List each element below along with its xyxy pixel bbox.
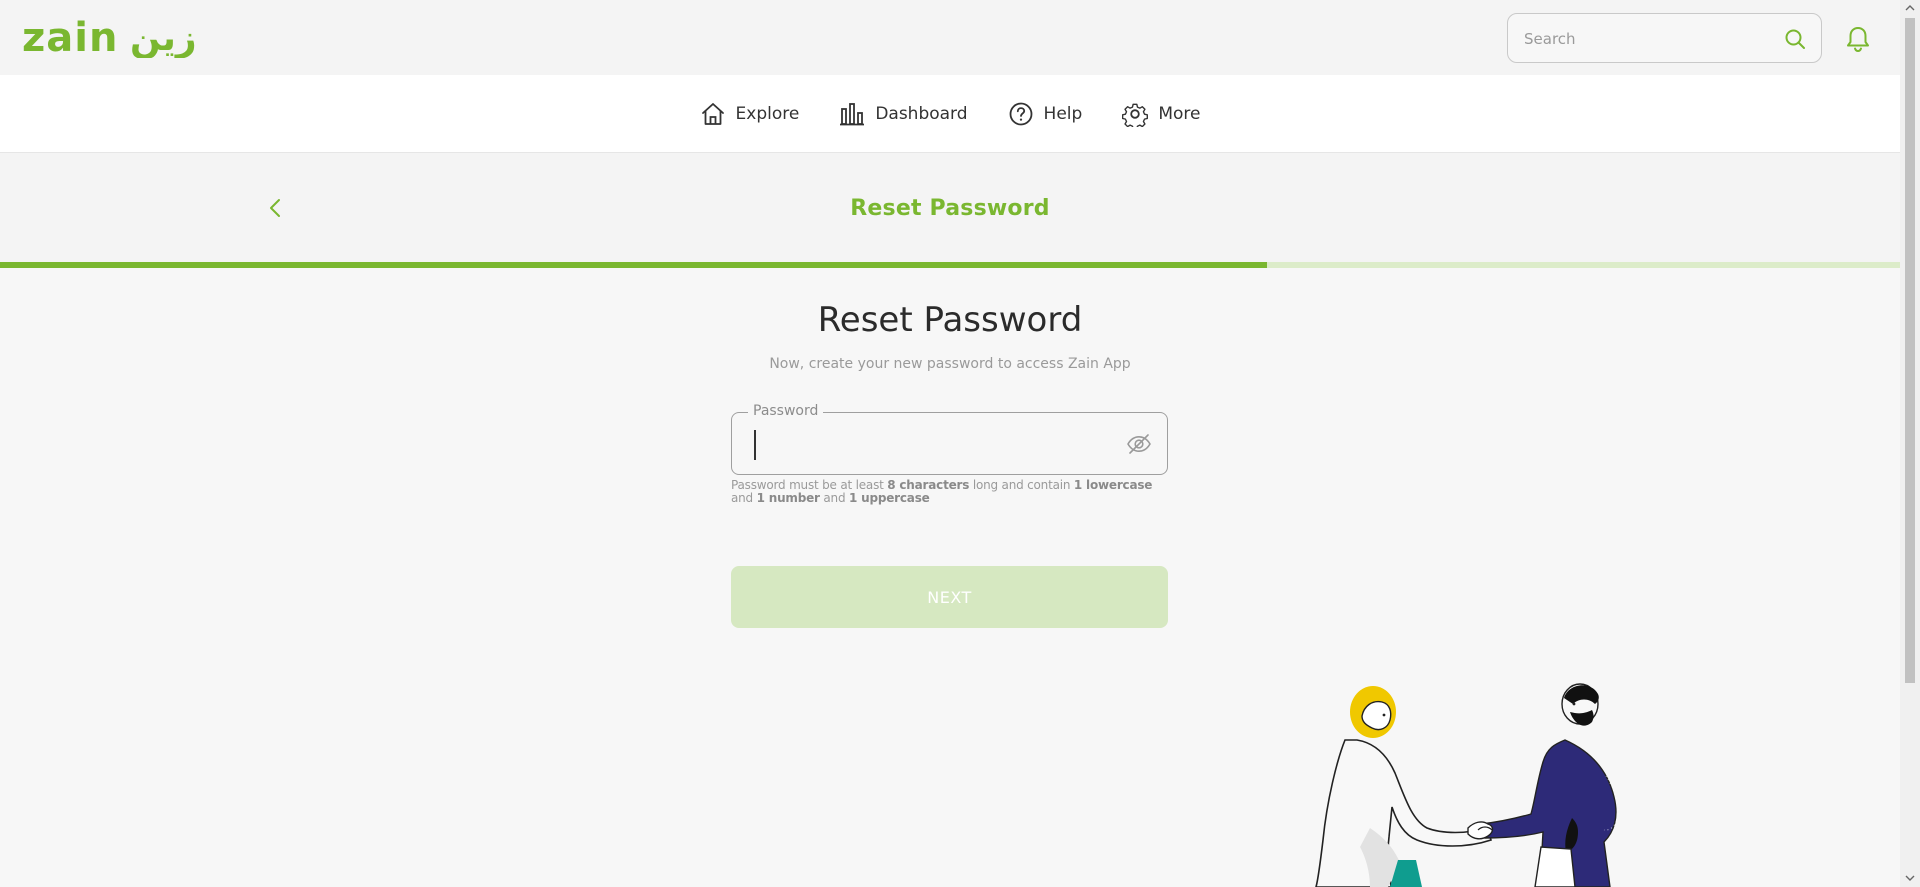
nav-item-dashboard[interactable]: Dashboard [839, 101, 968, 127]
form-subtitle: Now, create your new password to access … [769, 356, 1131, 372]
svg-text:زين: زين [130, 18, 197, 58]
nav-label-more: More [1158, 104, 1201, 124]
gear-icon [1122, 103, 1149, 127]
handshake-illustration [1315, 683, 1619, 887]
hint-bold-3: 1 number [756, 491, 820, 505]
hint-bold-4: 1 uppercase [848, 491, 930, 505]
question-circle-icon [1009, 102, 1032, 126]
hint-text-4: and [819, 491, 849, 505]
main-nav: Explore Dashboard Help More [0, 75, 1900, 153]
scroll-down-arrow-icon[interactable] [1905, 874, 1915, 882]
search-icon[interactable] [1784, 28, 1806, 50]
nav-label-dashboard: Dashboard [875, 104, 968, 124]
hint-text-3: and [731, 491, 757, 505]
bell-icon[interactable] [1845, 25, 1871, 53]
home-icon [701, 103, 724, 125]
page-header: Reset Password [0, 153, 1900, 263]
scroll-up-arrow-icon[interactable] [1905, 4, 1915, 12]
password-hint: Password must be at least 8 characters l… [731, 479, 1171, 505]
progress-bar-fill [0, 262, 1268, 268]
svg-text:zain: zain [22, 16, 118, 58]
password-field[interactable]: Password [731, 403, 1168, 475]
hint-text-1: Password must be at least [731, 478, 888, 492]
bar-chart-icon [840, 103, 865, 126]
nav-label-explore: Explore [735, 104, 800, 124]
hint-bold-2: 1 lowercase [1073, 478, 1153, 492]
top-header: zain زين [0, 0, 1900, 75]
next-button[interactable]: NEXT [731, 566, 1168, 628]
hint-text-2: long and contain [969, 478, 1074, 492]
nav-label-help: Help [1043, 104, 1083, 124]
form-title: Reset Password [817, 300, 1083, 340]
page-header-title: Reset Password [850, 195, 1050, 221]
hint-bold-1: 8 characters [887, 478, 970, 492]
search-input[interactable] [1524, 26, 1774, 52]
nav-item-help[interactable]: Help [1008, 101, 1083, 127]
text-cursor [754, 430, 756, 460]
password-label: Password [748, 403, 824, 419]
chevron-left-icon[interactable] [265, 195, 285, 221]
search-box[interactable] [1507, 13, 1822, 63]
scrollbar-thumb[interactable] [1905, 18, 1915, 683]
zain-logo[interactable]: zain زين [22, 16, 197, 58]
eye-off-icon[interactable] [1126, 431, 1152, 457]
nav-item-explore[interactable]: Explore [700, 101, 800, 127]
password-input[interactable] [752, 427, 1102, 461]
nav-item-more[interactable]: More [1122, 101, 1200, 127]
progress-bar [0, 262, 1900, 268]
vertical-scrollbar[interactable] [1900, 0, 1920, 887]
